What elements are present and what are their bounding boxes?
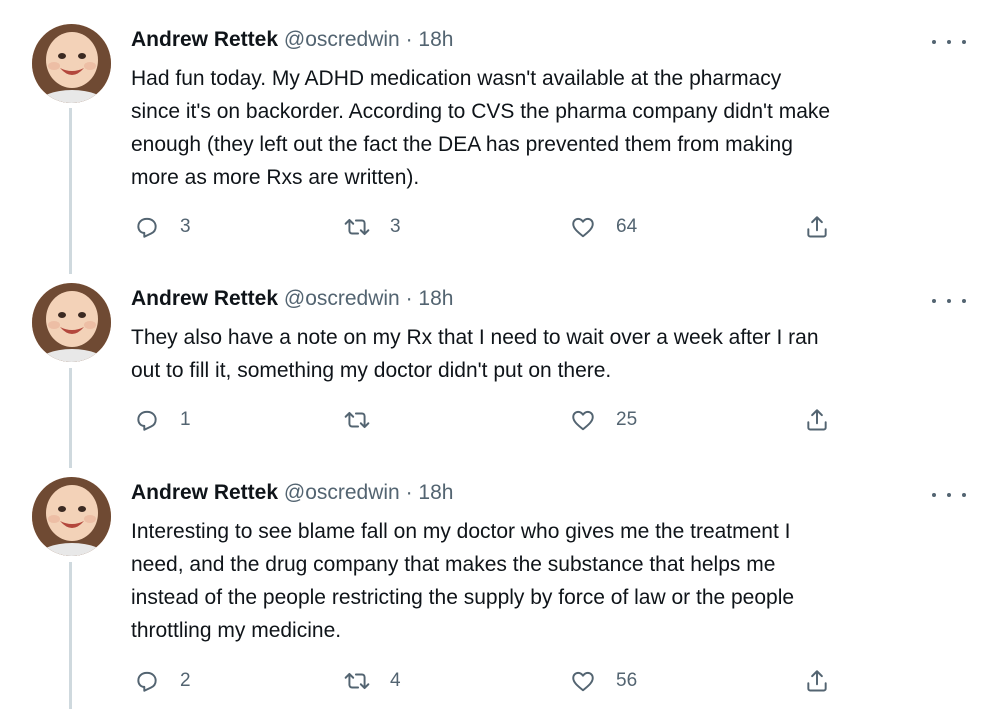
like-count: 25 (616, 409, 638, 430)
share-button[interactable] (804, 212, 830, 242)
author-name[interactable]: Andrew Rettek (131, 287, 278, 310)
reply-button[interactable]: 3 (134, 212, 191, 242)
like-button[interactable]: 56 (570, 666, 637, 696)
share-button[interactable] (804, 405, 830, 435)
more-dots-icon-dot (947, 493, 951, 497)
like-count: 64 (616, 216, 638, 237)
author-avatar[interactable] (32, 477, 111, 556)
tweet-text-line: enough (they left out the fact the DEA h… (131, 133, 793, 156)
more-dots-icon-dot (962, 40, 966, 44)
retweet-button[interactable] (344, 405, 390, 435)
author-avatar[interactable] (32, 24, 111, 103)
tweet-text-line: Interesting to see blame fall on my doct… (131, 520, 791, 543)
more-dots-icon-dot (962, 493, 966, 497)
retweet-arrows-icon (344, 218, 370, 236)
tweet-timestamp[interactable]: 18h (418, 287, 453, 310)
tweet-text-line: instead of the people restricting the su… (131, 586, 795, 609)
speech-bubble-icon (137, 410, 157, 431)
author-name[interactable]: Andrew Rettek (131, 28, 278, 51)
reply-button[interactable]: 1 (134, 405, 191, 435)
tweet-thread: Andrew Rettek @oscredwin · 18h Had fun t… (0, 0, 987, 709)
speech-bubble-icon (137, 217, 157, 238)
like-button[interactable]: 25 (570, 405, 637, 435)
speech-bubble-icon (137, 671, 157, 692)
tweet-text-line: throttling my medicine. (131, 619, 342, 642)
more-dots-icon (932, 493, 936, 497)
tweet-text-line: need, and the drug company that makes th… (131, 553, 776, 576)
more-options-button[interactable] (932, 32, 966, 52)
heart-outline-icon (572, 671, 594, 692)
tweet-header: Andrew Rettek @oscredwin · 18h (131, 285, 453, 313)
retweet-count: 4 (390, 670, 401, 691)
retweet-button[interactable]: 3 (344, 212, 401, 242)
reply-count: 1 (180, 409, 191, 430)
retweet-arrows-icon (344, 411, 370, 429)
share-button[interactable] (804, 666, 830, 696)
author-avatar[interactable] (32, 283, 111, 362)
tweet-text-line: out to fill it, something my doctor didn… (131, 359, 612, 382)
more-dots-icon-dot (947, 299, 951, 303)
author-name[interactable]: Andrew Rettek (131, 481, 278, 504)
author-handle[interactable]: @oscredwin (284, 481, 400, 504)
tweet-text: Had fun today. My ADHD medication wasn't… (131, 62, 971, 194)
tweet-actions: 3 3 64 (0, 212, 987, 242)
more-dots-icon (932, 40, 936, 44)
more-dots-icon-dot (947, 40, 951, 44)
more-dots-icon-dot (962, 299, 966, 303)
tweet-text-line: since it's on backorder. According to CV… (131, 100, 831, 123)
share-upload-icon (807, 216, 827, 238)
more-options-button[interactable] (932, 485, 966, 505)
retweet-button[interactable]: 4 (344, 666, 401, 696)
tweet-text: They also have a note on my Rx that I ne… (131, 321, 971, 387)
like-count: 56 (616, 670, 638, 691)
tweet[interactable]: Andrew Rettek @oscredwin · 18h They also… (0, 283, 987, 453)
tweet-text-line: more as more Rxs are written). (131, 166, 420, 189)
share-upload-icon (807, 670, 827, 692)
header-separator: · (405, 28, 413, 51)
tweet-text-line: Had fun today. My ADHD medication wasn't… (131, 67, 782, 90)
heart-outline-icon (572, 217, 594, 238)
tweet-timestamp[interactable]: 18h (418, 28, 453, 51)
header-separator: · (405, 481, 413, 504)
tweet-actions: 1 25 (0, 405, 987, 435)
reply-button[interactable]: 2 (134, 666, 191, 696)
more-dots-icon (932, 299, 936, 303)
tweet-text-line: They also have a note on my Rx that I ne… (131, 326, 819, 349)
tweet[interactable]: Andrew Rettek @oscredwin · 18h Interesti… (0, 477, 987, 709)
heart-outline-icon (572, 410, 594, 431)
more-options-button[interactable] (932, 291, 966, 311)
tweet-text: Interesting to see blame fall on my doct… (131, 515, 971, 647)
like-button[interactable]: 64 (570, 212, 637, 242)
tweet-timestamp[interactable]: 18h (418, 481, 453, 504)
retweet-arrows-icon (344, 672, 370, 690)
tweet[interactable]: Andrew Rettek @oscredwin · 18h Had fun t… (0, 24, 987, 254)
reply-count: 3 (180, 216, 191, 237)
tweet-actions: 2 4 56 (0, 666, 987, 696)
reply-count: 2 (180, 670, 191, 691)
author-handle[interactable]: @oscredwin (284, 287, 400, 310)
header-separator: · (405, 287, 413, 310)
share-upload-icon (807, 409, 827, 431)
retweet-count: 3 (390, 216, 401, 237)
author-handle[interactable]: @oscredwin (284, 28, 400, 51)
tweet-header: Andrew Rettek @oscredwin · 18h (131, 479, 453, 507)
tweet-header: Andrew Rettek @oscredwin · 18h (131, 26, 453, 54)
